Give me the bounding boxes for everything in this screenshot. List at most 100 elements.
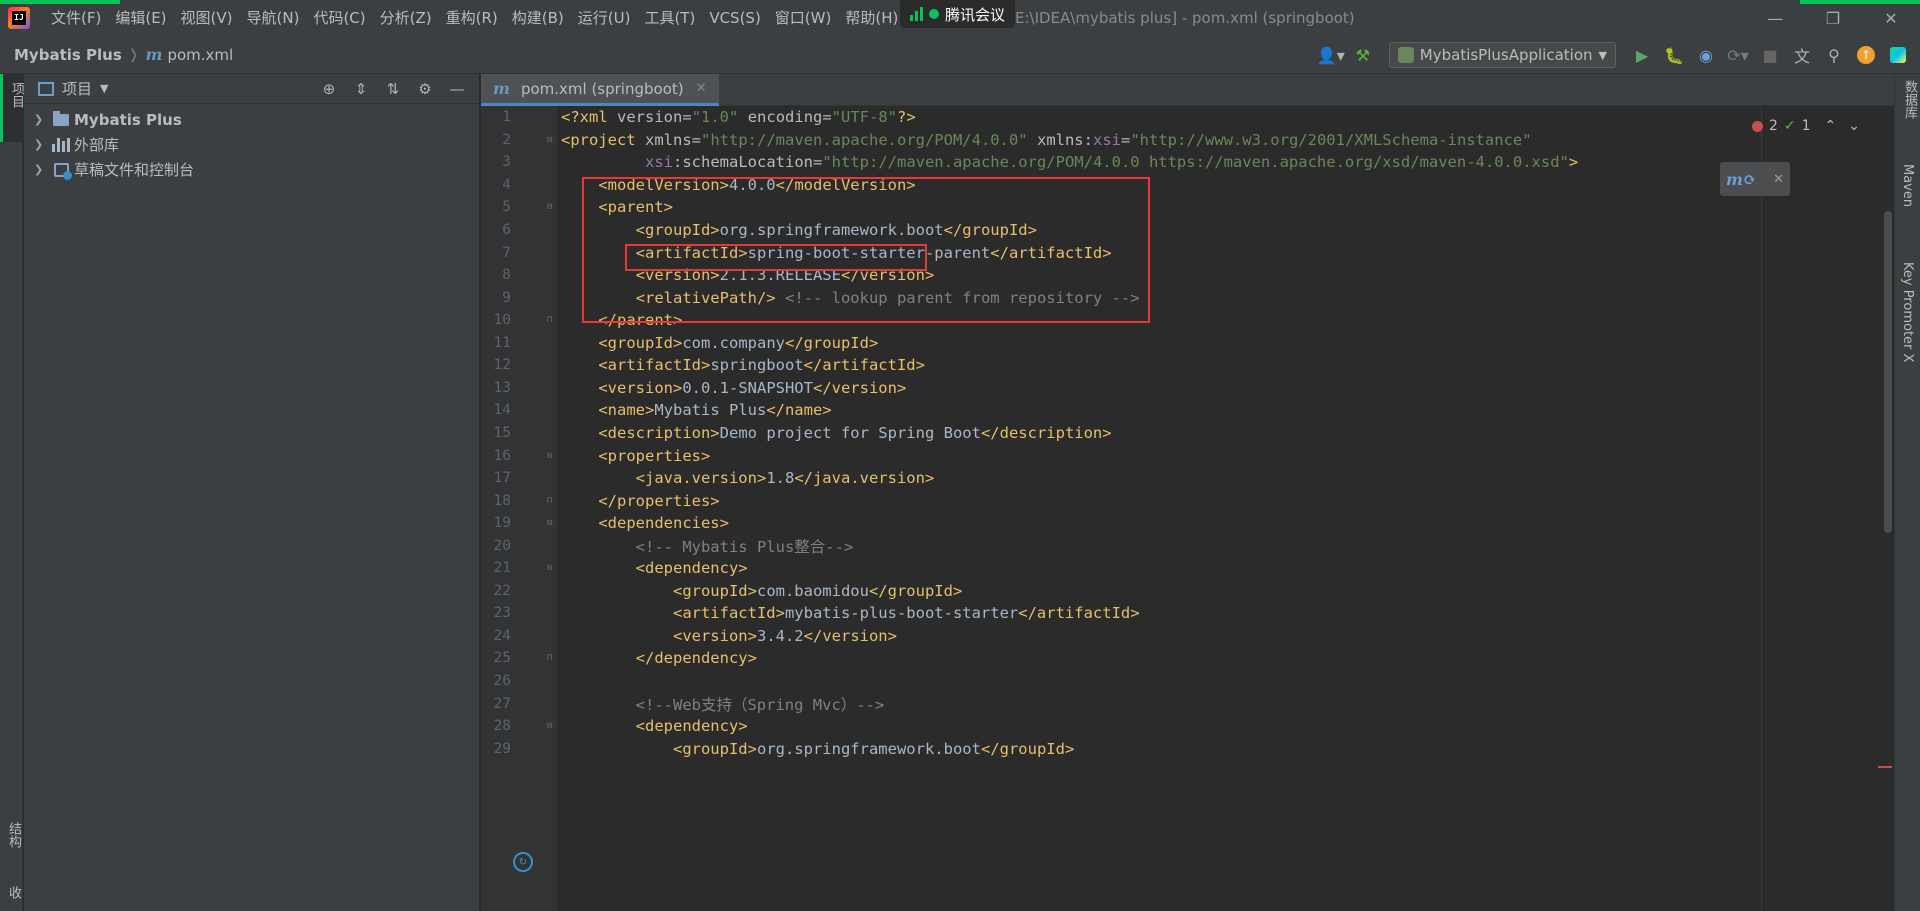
intellij-logo-icon[interactable]: IJ [8, 7, 30, 29]
menu-item[interactable]: 编辑(E) [108, 0, 173, 36]
close-icon[interactable]: ✕ [696, 81, 707, 96]
warning-count: 1 [1801, 118, 1811, 134]
fold-open-icon[interactable]: ⊟ [547, 202, 557, 212]
code-text: <dependencies> [598, 514, 729, 533]
jetbrains-toolbox-icon[interactable] [1884, 41, 1912, 69]
hide-panel-icon[interactable]: — [443, 75, 471, 103]
menu-item[interactable]: 窗口(W) [768, 0, 839, 36]
line-number: 12 [493, 357, 511, 374]
menu-item[interactable]: 帮助(H) [838, 0, 905, 36]
code-line[interactable]: 19 ⊟ <dependencies> [481, 512, 1894, 535]
menu-item[interactable]: 导航(N) [240, 0, 307, 36]
run-configuration-select[interactable]: MybatisPlusApplication ▼ [1388, 42, 1616, 68]
menu-item[interactable]: 构建(B) [505, 0, 571, 36]
code-line[interactable]: 23 <artifactId>mybatis-plus-boot-starter… [481, 602, 1894, 625]
fold-open-icon[interactable]: ⊟ [547, 721, 557, 731]
vertical-scrollbar[interactable] [1884, 106, 1892, 911]
menu-item[interactable]: 分析(Z) [373, 0, 439, 36]
code-line[interactable]: 22 <groupId>com.baomidou</groupId> [481, 580, 1894, 603]
tencent-meeting-indicator[interactable]: 腾讯会议 [900, 0, 1016, 28]
menu-item[interactable]: 运行(U) [571, 0, 638, 36]
menu-item[interactable]: 文件(F) [44, 0, 108, 36]
maven-reload-icon[interactable]: m⟳ [1726, 170, 1756, 189]
code-line[interactable]: 27 <!--Web支持（Spring Mvc）--> [481, 692, 1894, 715]
debug-icon[interactable]: 🐛 [1660, 41, 1688, 69]
menu-item[interactable]: VCS(S) [702, 0, 767, 36]
code-line[interactable]: 26 [481, 670, 1894, 693]
close-icon[interactable]: ✕ [1862, 0, 1920, 36]
tree-item[interactable]: ❯ Mybatis Plus [24, 107, 479, 132]
fold-open-icon[interactable]: ⊟ [547, 135, 557, 145]
code-line[interactable]: 1 <?xml version="1.0" encoding="UTF-8"?> [481, 106, 1894, 129]
inspection-widget[interactable]: 2 ✓ 1 ⌃ ⌄ [1751, 118, 1860, 134]
search-icon[interactable]: ⚲ [1820, 41, 1848, 69]
expand-arrow-icon[interactable]: ❯ [34, 138, 52, 151]
tree-item[interactable]: ❯ 外部库 [24, 132, 479, 157]
locate-file-icon[interactable]: ⊕ [315, 75, 343, 103]
expand-arrow-icon[interactable]: ❯ [34, 163, 52, 176]
code-line[interactable]: 12 <artifactId>springboot</artifactId> [481, 354, 1894, 377]
spring-bean-gutter-icon[interactable]: ↻ [513, 852, 533, 872]
update-icon[interactable]: ↑ [1852, 41, 1880, 69]
expand-all-icon[interactable]: ⇕ [347, 75, 375, 103]
key-promoter-tab-label[interactable]: Key Promoter X [1900, 262, 1915, 362]
chevron-up-icon[interactable]: ⌃ [1825, 118, 1837, 134]
build-hammer-icon[interactable]: ⚒ [1349, 41, 1377, 69]
run-icon[interactable]: ▶ [1628, 41, 1656, 69]
code-line[interactable]: 25 ⊓ </dependency> [481, 647, 1894, 670]
breadcrumb-file[interactable]: pom.xml [167, 46, 233, 64]
fold-end-icon[interactable]: ⊓ [547, 496, 557, 506]
menu-item[interactable]: 工具(T) [637, 0, 702, 36]
project-panel-title[interactable]: 项目 [62, 78, 92, 99]
collapse-all-icon[interactable]: ⇅ [379, 75, 407, 103]
fold-end-icon[interactable]: ⊓ [547, 315, 557, 325]
menu-item[interactable]: 视图(V) [174, 0, 240, 36]
code-line[interactable]: 14 <name>Mybatis Plus</name> [481, 399, 1894, 422]
tree-item[interactable]: ❯ 草稿文件和控制台 [24, 157, 479, 182]
gear-icon[interactable]: ⚙ [411, 75, 439, 103]
restore-icon[interactable]: ❐ [1804, 0, 1862, 36]
code-line[interactable]: 15 <description>Demo project for Spring … [481, 422, 1894, 445]
code-line[interactable]: 2 ⊟ <project xmlns="http://maven.apache.or… [481, 129, 1894, 152]
scrollbar-thumb[interactable] [1884, 211, 1892, 533]
error-stripe-marker[interactable] [1878, 766, 1892, 768]
fold-open-icon[interactable]: ⊟ [547, 451, 557, 461]
code-line[interactable]: 13 <version>0.0.1-SNAPSHOT</version> [481, 377, 1894, 400]
bookmarks-tab-label[interactable]: 收 [4, 886, 23, 899]
tab-pom-xml[interactable]: m pom.xml (springboot) ✕ [481, 74, 719, 106]
code-line[interactable]: 24 <version>3.4.2</version> [481, 625, 1894, 648]
code-line[interactable]: 20 <!-- Mybatis Plus整合--> [481, 534, 1894, 557]
code-line[interactable]: 21 ⊟ <dependency> [481, 557, 1894, 580]
editor-tabs: m pom.xml (springboot) ✕ [481, 74, 1894, 106]
chevron-down-icon[interactable]: ▼ [100, 82, 108, 95]
translate-icon[interactable]: 文 [1788, 41, 1816, 69]
coverage-icon[interactable]: ◉ [1692, 41, 1720, 69]
structure-tab-label[interactable]: 结构 [4, 822, 23, 848]
close-icon[interactable]: ✕ [1773, 172, 1784, 187]
code-line[interactable]: 18 ⊓ </properties> [481, 489, 1894, 512]
fold-end-icon[interactable]: ⊓ [547, 653, 557, 663]
code-text: <!-- Mybatis Plus整合--> [635, 537, 854, 556]
menu-item[interactable]: 重构(R) [439, 0, 505, 36]
code-line[interactable]: 11 <groupId>com.company</groupId> [481, 332, 1894, 355]
project-tool-tab[interactable]: 项目 [0, 74, 24, 142]
database-tab-label[interactable]: 数据库 [1900, 80, 1919, 119]
stop-icon[interactable]: ■ [1756, 41, 1784, 69]
profile-icon[interactable]: ⟳▾ [1724, 41, 1752, 69]
chevron-down-icon[interactable]: ⌄ [1848, 118, 1860, 134]
code-line[interactable]: 3 xsi:schemaLocation="http://maven.apach… [481, 151, 1894, 174]
code-line[interactable]: 28 ⊟ <dependency> [481, 715, 1894, 738]
fold-open-icon[interactable]: ⊟ [547, 518, 557, 528]
maven-tab-label[interactable]: Maven [1900, 164, 1915, 207]
fold-open-icon[interactable]: ⊟ [547, 563, 557, 573]
breadcrumb-project[interactable]: Mybatis Plus [14, 46, 122, 64]
code-line[interactable]: 17 <java.version>1.8</java.version> [481, 467, 1894, 490]
code-line[interactable]: 16 ⊟ <properties> [481, 444, 1894, 467]
code-text: <description>Demo project for Spring Boo… [598, 423, 1112, 442]
menu-item[interactable]: 代码(C) [306, 0, 372, 36]
code-line[interactable]: 29 <groupId>org.springframework.boot</gr… [481, 737, 1894, 760]
user-icon[interactable]: 👤▾ [1317, 41, 1345, 69]
expand-arrow-icon[interactable]: ❯ [34, 113, 52, 126]
minimize-icon[interactable]: — [1746, 0, 1804, 36]
line-number: 29 [493, 740, 511, 757]
